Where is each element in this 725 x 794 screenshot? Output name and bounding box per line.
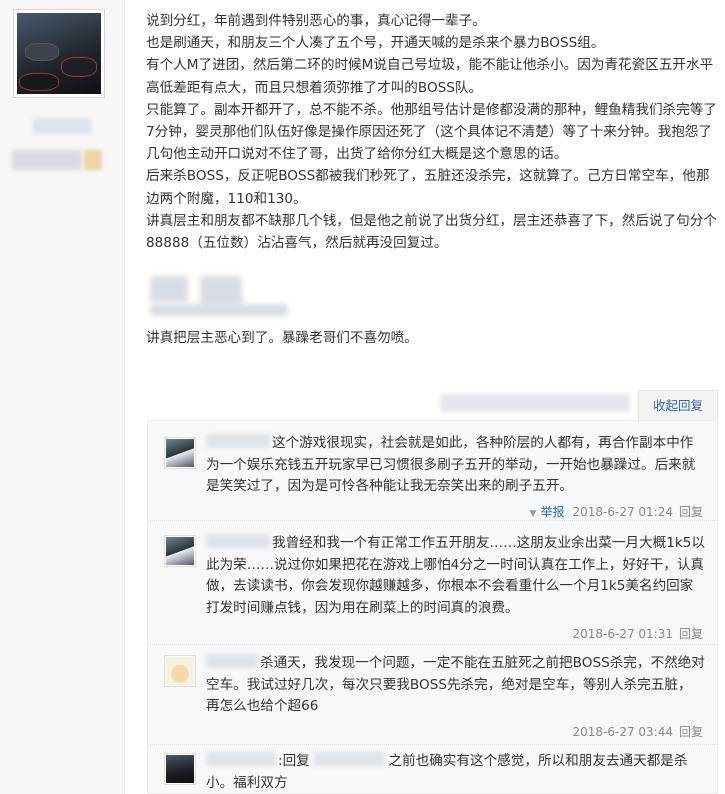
reply-avatar[interactable] xyxy=(164,437,196,469)
post-paragraph: 讲真层主和朋友都不缺那几个钱，但是他之前说了出货分红，层主还恭喜了下，然后说了句… xyxy=(146,212,717,252)
reply-prefix: :回复 xyxy=(278,753,310,769)
reply-username-redacted[interactable] xyxy=(206,434,270,448)
redacted-image-block xyxy=(150,276,290,318)
reply-username-redacted[interactable] xyxy=(206,752,276,766)
sub-reply: :回复 之前也确实有这个感觉，所以和朋友去通天都是杀小。福利双方 xyxy=(148,745,717,794)
post-paragraph: 只能算了。副本开都开了，总不能不杀。他那组号估计是修都没满的那种，鲤鱼精我们杀完… xyxy=(146,101,717,163)
sub-reply: 我曾经和我一个有正常工作五开朋友……这朋友业余出菜一月大概1k5以此为荣……说过… xyxy=(148,521,717,645)
reply-meta: ▼ 举报 2018-6-27 01:24 回复 xyxy=(530,503,703,520)
post-paragraph: 有个人M了进团，然后第二环的时候M说自己号垃圾，能不能让他杀小。因为青花瓷区五开… xyxy=(146,57,714,96)
reply-text: 杀通天，我发现一个问题，一定不能在五脏死之前把BOSS杀完，不然绝对空车。我试过… xyxy=(206,655,705,715)
reply-meta: 2018-6-27 01:31 回复 xyxy=(572,625,703,642)
reply-body: :回复 之前也确实有这个感觉，所以和朋友去通天都是杀小。福利双方 xyxy=(206,751,705,794)
chevron-down-icon[interactable]: ▼ xyxy=(530,509,537,519)
author-badge-redacted xyxy=(12,150,82,170)
reply-time: 2018-6-27 01:24 xyxy=(572,505,673,519)
author-level-badge xyxy=(84,150,102,170)
post-closing-line: 讲真把层主恶心到了。暴躁老哥们不喜勿喷。 xyxy=(146,330,418,346)
mentioned-user-redacted[interactable] xyxy=(314,752,385,766)
sub-reply: 杀通天，我发现一个问题，一定不能在五脏死之前把BOSS杀完，不然绝对空车。我试过… xyxy=(148,645,717,745)
reply-time: 2018-6-27 01:31 xyxy=(572,627,673,641)
post-paragraph: 后来杀BOSS，反正呢BOSS都被我们秒死了，五脏还没杀完，这就算了。己方日常空… xyxy=(146,168,710,207)
avatar-image xyxy=(17,13,101,94)
reply-body: 杀通天，我发现一个问题，一定不能在五脏死之前把BOSS杀完，不然绝对空车。我试过… xyxy=(206,653,705,718)
author-name-redacted[interactable] xyxy=(33,118,91,134)
reply-time: 2018-6-27 03:44 xyxy=(572,725,673,739)
reply-avatar[interactable] xyxy=(164,655,196,687)
sub-replies: 这个游戏很现实，社会就是如此，各种阶层的人都有，再合作副本中作为一个娱乐充钱五开… xyxy=(147,420,718,794)
post-tail: 收起回复 xyxy=(440,390,718,420)
reply-username-redacted[interactable] xyxy=(206,534,270,548)
collapse-replies-button[interactable]: 收起回复 xyxy=(638,390,718,420)
post-paragraph: 也是刷通天，和朋友三个人凑了五个号，开通天喊的是杀来个暴力BOSS组。 xyxy=(146,35,605,52)
reply-meta: 2018-6-27 03:44 回复 xyxy=(572,723,703,740)
author-column xyxy=(0,0,125,794)
reply-avatar[interactable] xyxy=(164,753,196,785)
reply-button[interactable]: 回复 xyxy=(679,505,703,519)
reply-avatar[interactable] xyxy=(164,535,196,567)
reply-body: 这个游戏很现实，社会就是如此，各种阶层的人都有，再合作副本中作为一个娱乐充钱五开… xyxy=(206,433,705,498)
reply-button[interactable]: 回复 xyxy=(679,725,703,739)
reply-button[interactable]: 回复 xyxy=(679,627,703,641)
sub-reply: 这个游戏很现实，社会就是如此，各种阶层的人都有，再合作副本中作为一个娱乐充钱五开… xyxy=(148,421,717,521)
reply-username-redacted[interactable] xyxy=(206,654,258,668)
report-link[interactable]: 举报 xyxy=(540,505,564,519)
reply-body: 我曾经和我一个有正常工作五开朋友……这朋友业余出菜一月大概1k5以此为荣……说过… xyxy=(206,533,705,619)
post-paragraph: 说到分红，年前遇到件特别恶心的事，真心记得一辈子。 xyxy=(146,13,486,29)
reply-text: 我曾经和我一个有正常工作五开朋友……这朋友业余出菜一月大概1k5以此为荣……说过… xyxy=(206,535,705,616)
post-tail-info-redacted xyxy=(440,394,630,412)
author-avatar[interactable] xyxy=(13,9,105,98)
reply-text: 这个游戏很现实，社会就是如此，各种阶层的人都有，再合作副本中作为一个娱乐充钱五开… xyxy=(206,435,696,495)
post-content: 说到分红，年前遇到件特别恶心的事，真心记得一辈子。 也是刷通天，和朋友三个人凑了… xyxy=(146,10,718,254)
